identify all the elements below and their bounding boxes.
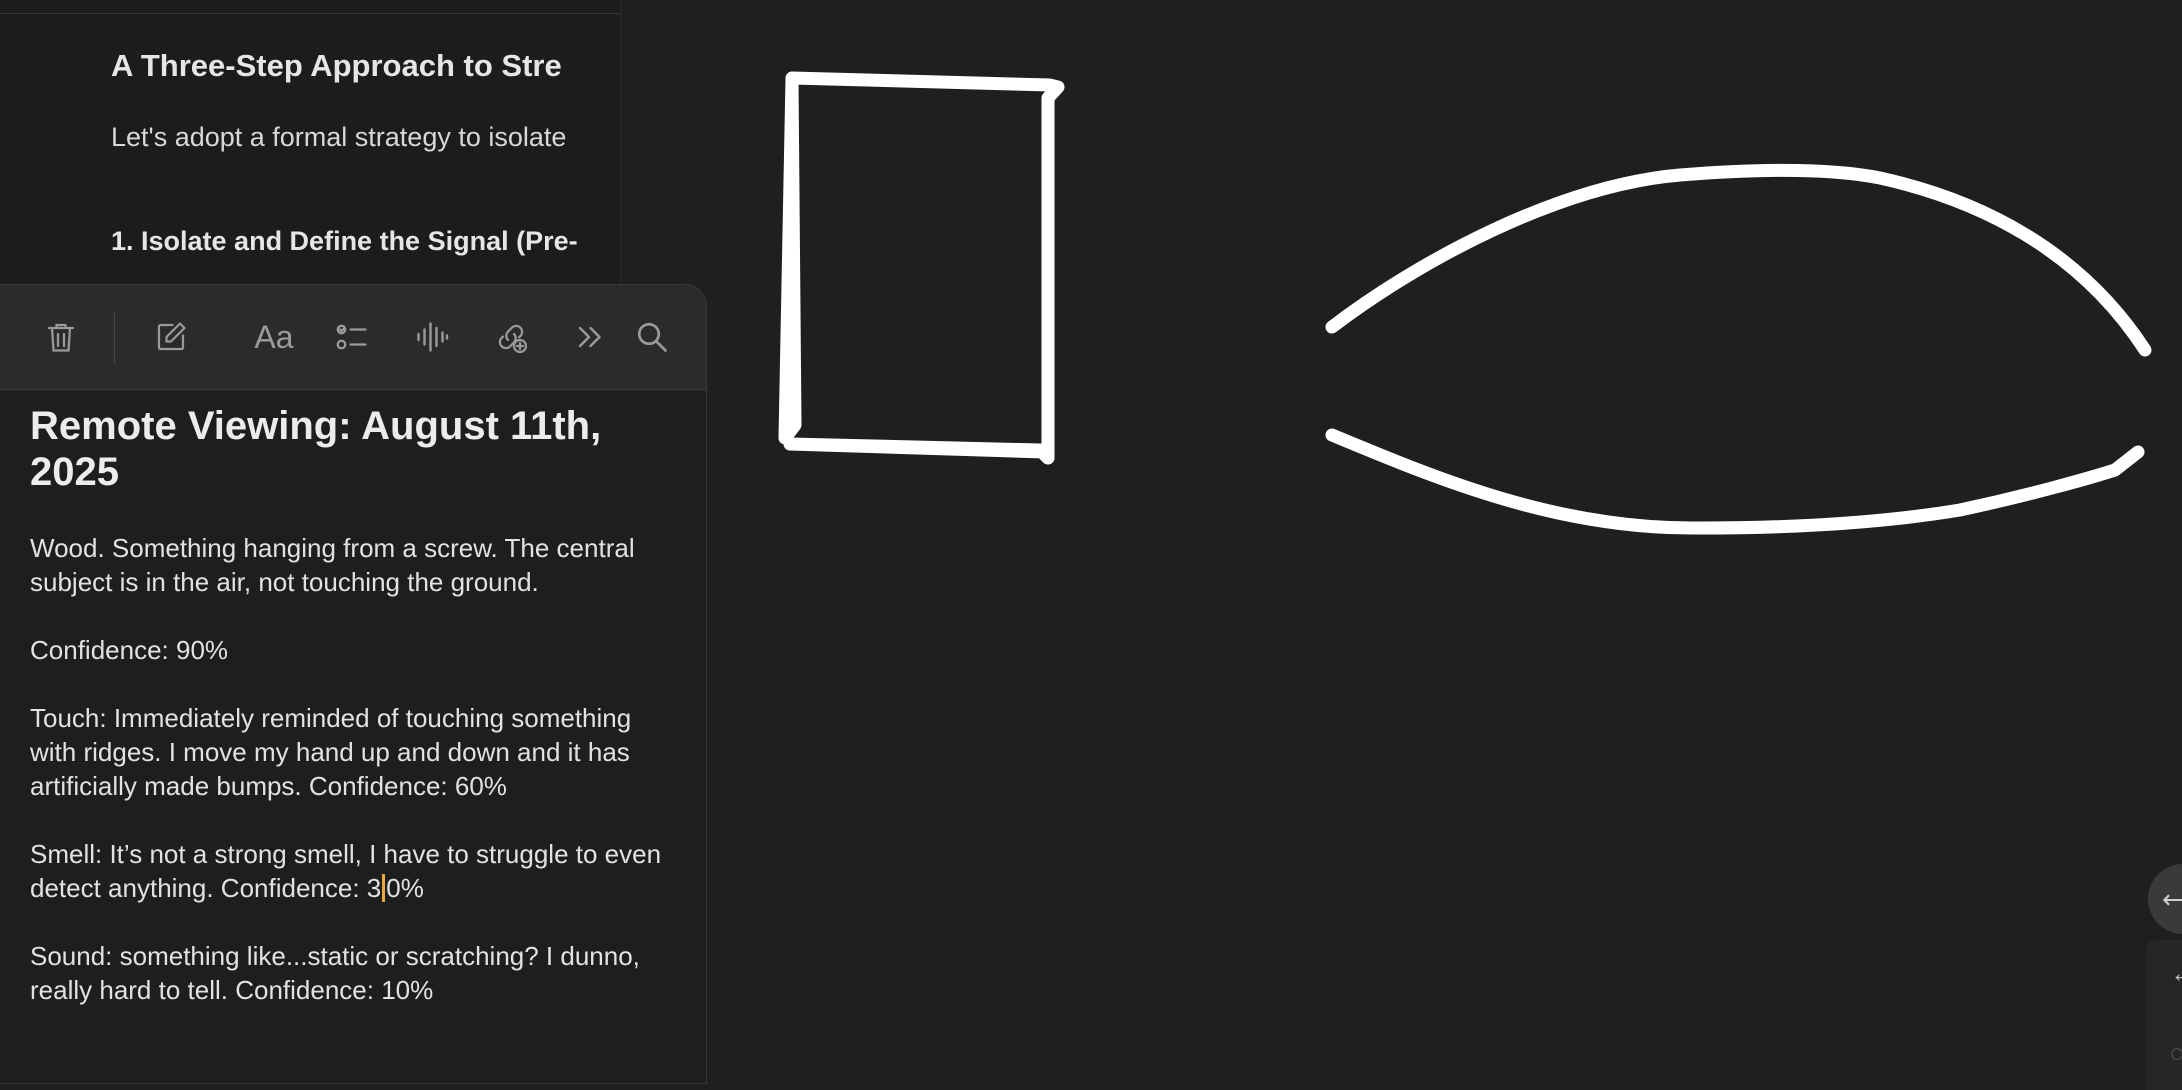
doc-subheading: 1. Isolate and Define the Signal (Pre- <box>111 226 578 256</box>
compose-icon[interactable] <box>146 312 196 362</box>
search-icon[interactable] <box>627 312 677 362</box>
note-text: 0% <box>386 873 424 903</box>
sketch-rectangle <box>778 71 1065 465</box>
sketch-upper-arc <box>1325 163 2152 357</box>
note-paragraph: Confidence: 90% <box>30 635 229 665</box>
note-text: Smell: It’s not a strong smell, I have t… <box>30 839 669 903</box>
notes-window: Aa Remote Viewing: August 11th, 2025 Woo… <box>0 284 707 1084</box>
note-title: Remote Viewing: August 11th, 2025 <box>30 404 602 494</box>
chevron-left-icon: ⟵ <box>2162 883 2182 914</box>
more-icon[interactable] <box>564 312 614 362</box>
trash-icon[interactable] <box>36 312 86 362</box>
checklist-icon[interactable] <box>327 312 377 362</box>
background-document: A Three-Step Approach to Stre Let's adop… <box>0 0 621 290</box>
doc-heading: A Three-Step Approach to Stre <box>111 48 562 83</box>
notes-toolbar: Aa <box>0 285 706 390</box>
toolbar-separator <box>114 311 115 363</box>
note-paragraph: Wood. Something hanging from a screw. Th… <box>30 533 642 597</box>
note-paragraph: Smell: It’s not a strong smell, I have t… <box>30 837 680 905</box>
sketch-lower-arc <box>1325 428 2145 535</box>
share-collab-icon[interactable] <box>486 312 536 362</box>
audio-icon[interactable] <box>407 312 457 362</box>
divider <box>0 13 620 14</box>
note-paragraph: Touch: Immediately reminded of touching … <box>30 703 639 801</box>
collapse-icon[interactable]: ◌ <box>2170 1040 2182 1068</box>
doc-paragraph: Let's adopt a formal strategy to isolate <box>111 122 567 152</box>
format-label: Aa <box>254 318 294 355</box>
note-editor[interactable]: Remote Viewing: August 11th, 2025 Wood. … <box>30 403 680 1041</box>
text-cursor <box>382 874 386 902</box>
back-arrow-icon[interactable]: ← <box>2170 958 2182 989</box>
note-paragraph: Sound: something like...static or scratc… <box>30 941 648 1005</box>
format-text-icon[interactable]: Aa <box>244 312 304 362</box>
